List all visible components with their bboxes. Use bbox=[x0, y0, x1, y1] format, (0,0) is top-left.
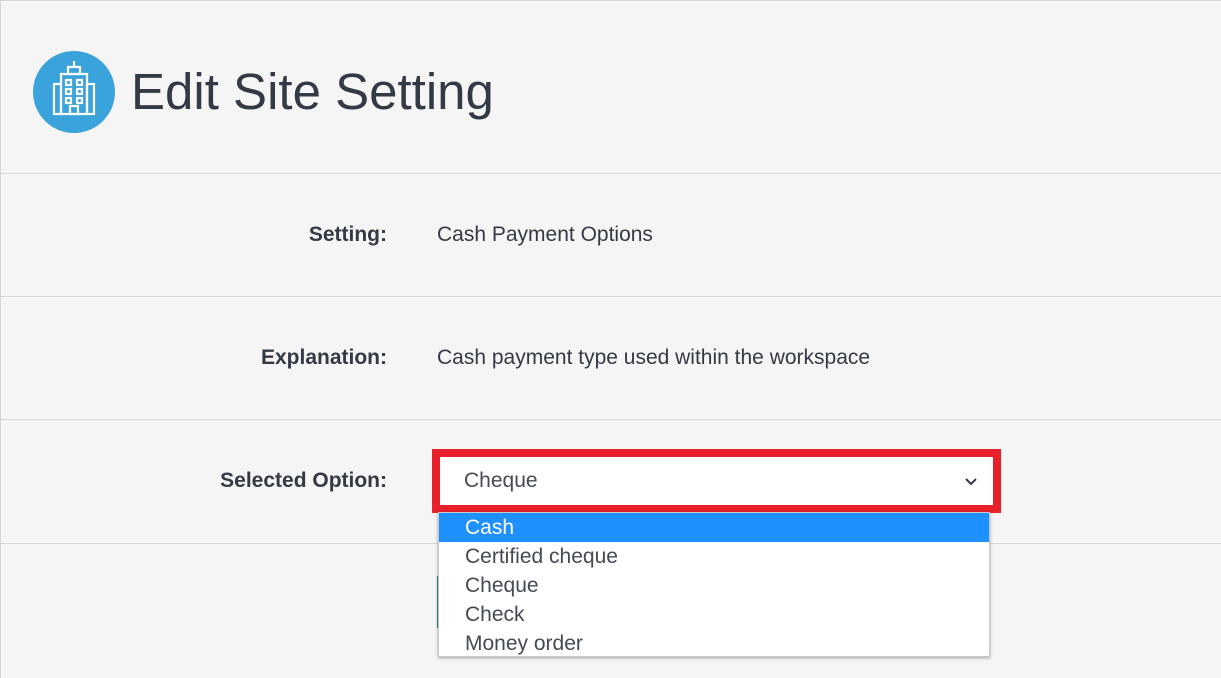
option-cheque[interactable]: Cheque bbox=[439, 571, 989, 600]
select-current-value: Cheque bbox=[464, 469, 538, 492]
chevron-down-icon bbox=[965, 478, 977, 486]
option-check[interactable]: Check bbox=[439, 600, 989, 629]
building-icon bbox=[33, 51, 115, 133]
option-cash[interactable]: Cash bbox=[439, 513, 989, 542]
setting-value: Cash Payment Options bbox=[437, 223, 653, 246]
option-money-order[interactable]: Money order bbox=[439, 629, 989, 658]
selected-option-label: Selected Option: bbox=[220, 469, 387, 492]
explanation-row: Explanation: Cash payment type used with… bbox=[1, 297, 1221, 420]
select-options-list: Cash Certified cheque Cheque Check Money… bbox=[438, 512, 990, 657]
explanation-value: Cash payment type used within the worksp… bbox=[437, 346, 871, 369]
explanation-label: Explanation: bbox=[260, 346, 387, 369]
selected-option-select[interactable]: Cheque bbox=[432, 449, 1001, 513]
setting-label: Setting: bbox=[308, 223, 387, 246]
setting-row: Setting: Cash Payment Options bbox=[1, 174, 1221, 297]
page-title: Edit Site Setting bbox=[131, 63, 494, 120]
edit-site-setting-page: Edit Site Setting Setting: Cash Payment … bbox=[0, 0, 1221, 678]
page-header: Edit Site Setting bbox=[1, 1, 1221, 174]
option-certified-cheque[interactable]: Certified cheque bbox=[439, 542, 989, 571]
